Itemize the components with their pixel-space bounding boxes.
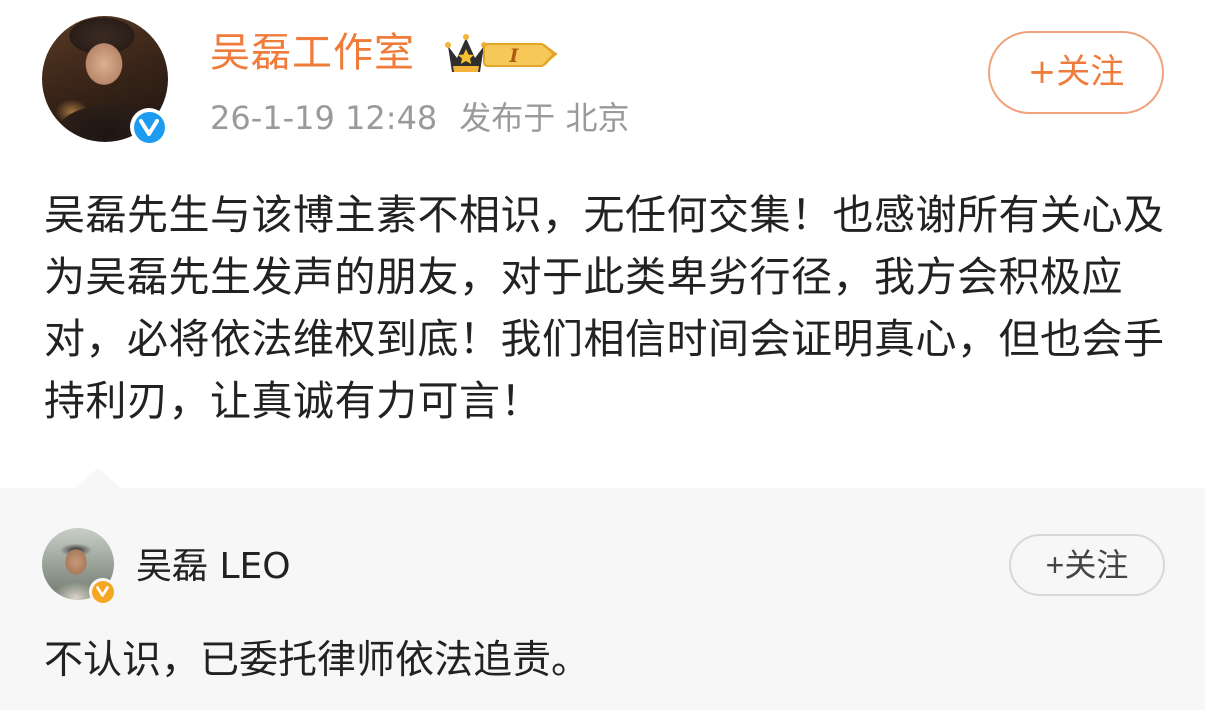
post-meta: 26-1-19 12:48 发布于 北京 [210,96,629,140]
vip-level-text: I [509,45,520,67]
post-timestamp: 26-1-19 12:48 [210,99,438,137]
verified-v-icon [96,586,109,597]
verified-badge [130,108,168,146]
quoted-verified-badge [89,578,116,605]
weibo-post-card: 吴磊工作室 I 26-1-19 12:48 发布于 北京 +关注 吴磊先生与该博主… [0,0,1205,710]
quoted-body: 不认识，已委托律师依法追责。 [44,638,591,683]
post-body: 吴磊先生与该博主素不相识，无任何交集！也感谢所有关心及为吴磊先生发声的朋友，对于… [44,191,1165,425]
author-name[interactable]: 吴磊工作室 [210,28,415,78]
quote-pointer [74,468,122,489]
quoted-follow-button[interactable]: +关注 [1009,534,1165,596]
crown-icon [445,34,487,72]
verified-v-icon [139,119,159,136]
follow-button[interactable]: +关注 [988,31,1164,114]
quoted-author-name[interactable]: 吴磊 LEO [136,543,291,591]
vip-badge[interactable]: I [444,32,562,76]
post-location: 发布于 北京 [459,99,630,137]
main-post: 吴磊工作室 I 26-1-19 12:48 发布于 北京 +关注 吴磊先生与该博主… [0,0,1205,488]
